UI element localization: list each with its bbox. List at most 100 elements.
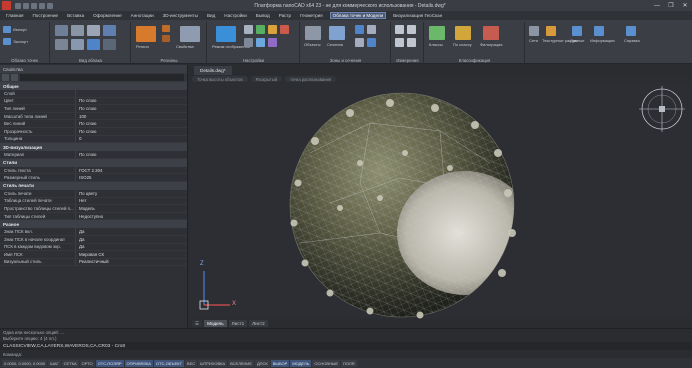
model-viewport[interactable]: Z X bbox=[190, 83, 692, 319]
region-icon[interactable] bbox=[136, 26, 156, 42]
setting-icon-4[interactable] bbox=[280, 25, 289, 34]
property-row[interactable]: Знак ПСК в начале координат Да bbox=[0, 235, 187, 244]
by-class-icon[interactable] bbox=[455, 26, 471, 40]
status-toggle-button[interactable]: МОДЕЛЬ bbox=[290, 359, 312, 367]
objects-button[interactable]: Объекты bbox=[304, 42, 321, 47]
quick-select-icon[interactable] bbox=[11, 74, 18, 81]
networks-button[interactable]: Сети bbox=[529, 38, 538, 43]
property-value[interactable]: ГОСТ 2.304 bbox=[75, 166, 187, 174]
cloud-density-icon[interactable] bbox=[71, 25, 84, 36]
open-file-icon[interactable] bbox=[23, 2, 29, 9]
status-toggle-button[interactable]: ОРТО bbox=[79, 359, 95, 367]
property-row[interactable]: Знак ПСК вкл. Да bbox=[0, 228, 187, 236]
tab-sheet2[interactable]: Лист2 bbox=[249, 320, 268, 327]
properties-icon[interactable] bbox=[180, 26, 200, 42]
classes-button[interactable]: Классы bbox=[429, 42, 443, 47]
help-button[interactable]: Справка bbox=[624, 38, 640, 43]
by-class-button[interactable]: По классу bbox=[453, 42, 472, 47]
tab-geometry[interactable]: Геометрия bbox=[298, 13, 325, 18]
property-value[interactable]: По цвету bbox=[75, 189, 187, 197]
property-value[interactable]: Недоступно bbox=[75, 212, 187, 220]
command-prompt[interactable]: Команда: bbox=[0, 351, 692, 357]
property-row[interactable]: Стиль печати По цвету bbox=[0, 189, 187, 198]
selection-dropdown[interactable] bbox=[20, 74, 184, 81]
tab-settings[interactable]: Настройки bbox=[222, 13, 249, 18]
cloud-layers-icon[interactable] bbox=[87, 39, 100, 50]
tab-insert[interactable]: Вставка bbox=[65, 13, 86, 18]
close-button[interactable]: ✕ bbox=[678, 0, 692, 11]
property-row[interactable]: Таблица стилей печати Нет bbox=[0, 197, 187, 206]
minimize-button[interactable]: — bbox=[650, 0, 664, 11]
region-button[interactable]: Регион bbox=[136, 44, 149, 49]
tab-raster[interactable]: Растр bbox=[277, 13, 293, 18]
document-tab[interactable]: Details.dwg* bbox=[194, 66, 232, 75]
setting-icon-1[interactable] bbox=[244, 25, 253, 34]
property-value[interactable]: По слою bbox=[75, 97, 187, 105]
display-mode-icon[interactable] bbox=[216, 26, 236, 42]
region-properties-button[interactable]: Свойства bbox=[176, 44, 194, 49]
property-value[interactable]: По слою bbox=[75, 127, 187, 135]
tab-view[interactable]: Вид bbox=[205, 13, 217, 18]
texture-rasters-icon[interactable] bbox=[546, 26, 556, 36]
tab-build[interactable]: Построение bbox=[30, 13, 60, 18]
measure-distance-icon[interactable] bbox=[395, 25, 404, 34]
tab-model[interactable]: Модель bbox=[204, 320, 227, 327]
property-value[interactable]: Да bbox=[75, 243, 187, 251]
measure-angle-icon[interactable] bbox=[407, 25, 416, 34]
property-row[interactable]: Стиль текста ГОСТ 2.304 bbox=[0, 166, 187, 175]
new-file-icon[interactable] bbox=[15, 2, 21, 9]
property-row[interactable]: Вес линий По слою bbox=[0, 120, 187, 128]
networks-icon[interactable] bbox=[529, 26, 539, 36]
setting-icon-6[interactable] bbox=[256, 38, 265, 47]
zone-icon-4[interactable] bbox=[367, 38, 376, 47]
property-row[interactable]: Масштаб типа линий 100 bbox=[0, 112, 187, 121]
property-value[interactable]: По слою bbox=[75, 105, 187, 112]
subtab-height-point[interactable]: Точка высоты объектов bbox=[192, 76, 248, 82]
cloud-filter-icon[interactable] bbox=[103, 39, 116, 50]
zone-icon-1[interactable] bbox=[355, 25, 364, 34]
classes-icon[interactable] bbox=[429, 26, 445, 40]
status-toggle-button[interactable]: ПОЛЯ bbox=[341, 359, 357, 367]
undo-icon[interactable] bbox=[39, 2, 45, 9]
tab-format[interactable]: Оформление bbox=[91, 13, 124, 18]
import-button[interactable]: Импорт bbox=[13, 27, 27, 32]
tab-sheet1[interactable]: Лист1 bbox=[228, 320, 248, 327]
status-toggle-button[interactable]: ОСНОВНЫЕ bbox=[312, 359, 341, 367]
data-icon[interactable] bbox=[572, 26, 582, 36]
status-toggle-button[interactable]: ШАГ bbox=[48, 359, 61, 367]
status-toggle-button[interactable]: ДПСК bbox=[254, 359, 270, 367]
information-button[interactable]: Информация bbox=[590, 38, 615, 43]
save-icon[interactable] bbox=[31, 2, 37, 9]
property-row[interactable]: Визуальный стиль Реалистичный bbox=[0, 258, 187, 267]
help-icon[interactable] bbox=[626, 26, 636, 36]
objects-icon[interactable] bbox=[305, 26, 321, 40]
property-section-header[interactable]: Общие bbox=[0, 82, 187, 90]
property-row[interactable]: Прозрачность По слою bbox=[0, 127, 187, 136]
sections-button[interactable]: Сечения bbox=[327, 42, 343, 47]
select-objects-icon[interactable] bbox=[2, 74, 9, 81]
export-button[interactable]: Экспорт bbox=[13, 39, 28, 44]
tab-point-clouds[interactable]: Облака точек и Модели bbox=[329, 12, 387, 19]
property-value[interactable]: Да bbox=[75, 235, 187, 243]
tab-nav-icon[interactable]: ☰ bbox=[192, 320, 203, 327]
property-row[interactable]: Тип таблицы стилей Недоступно bbox=[0, 212, 187, 221]
filtering-button[interactable]: Фильтрация bbox=[480, 42, 502, 47]
data-button[interactable]: Данные bbox=[570, 38, 584, 43]
property-section-header[interactable]: Разное bbox=[0, 220, 187, 229]
status-toggle-button[interactable]: ОТС-ПОЛЯР bbox=[95, 359, 124, 367]
cloud-clip-icon[interactable] bbox=[71, 39, 84, 50]
property-value[interactable]: Нет bbox=[75, 197, 187, 205]
property-section-header[interactable]: Стили bbox=[0, 158, 187, 167]
redo-icon[interactable] bbox=[47, 2, 53, 9]
subtab-recognition[interactable]: точка распознавания bbox=[285, 76, 337, 82]
property-value[interactable]: ISO25 bbox=[75, 174, 187, 181]
import-icon[interactable] bbox=[3, 26, 11, 33]
tab-annotations[interactable]: Аннотации bbox=[129, 13, 156, 18]
tab-visualization[interactable]: Визуализация ГеоСкан bbox=[391, 13, 444, 18]
region-add-icon[interactable] bbox=[162, 25, 170, 32]
tab-3d-tools[interactable]: 3D-инструменты bbox=[161, 13, 200, 18]
status-toggle-button[interactable]: ОТС-ОБЪЕКТ bbox=[153, 359, 184, 367]
property-row[interactable]: Имя ПСК Мировая СК bbox=[0, 251, 187, 259]
cloud-view-icon[interactable] bbox=[55, 25, 68, 36]
property-row[interactable]: Толщина 0 bbox=[0, 135, 187, 144]
